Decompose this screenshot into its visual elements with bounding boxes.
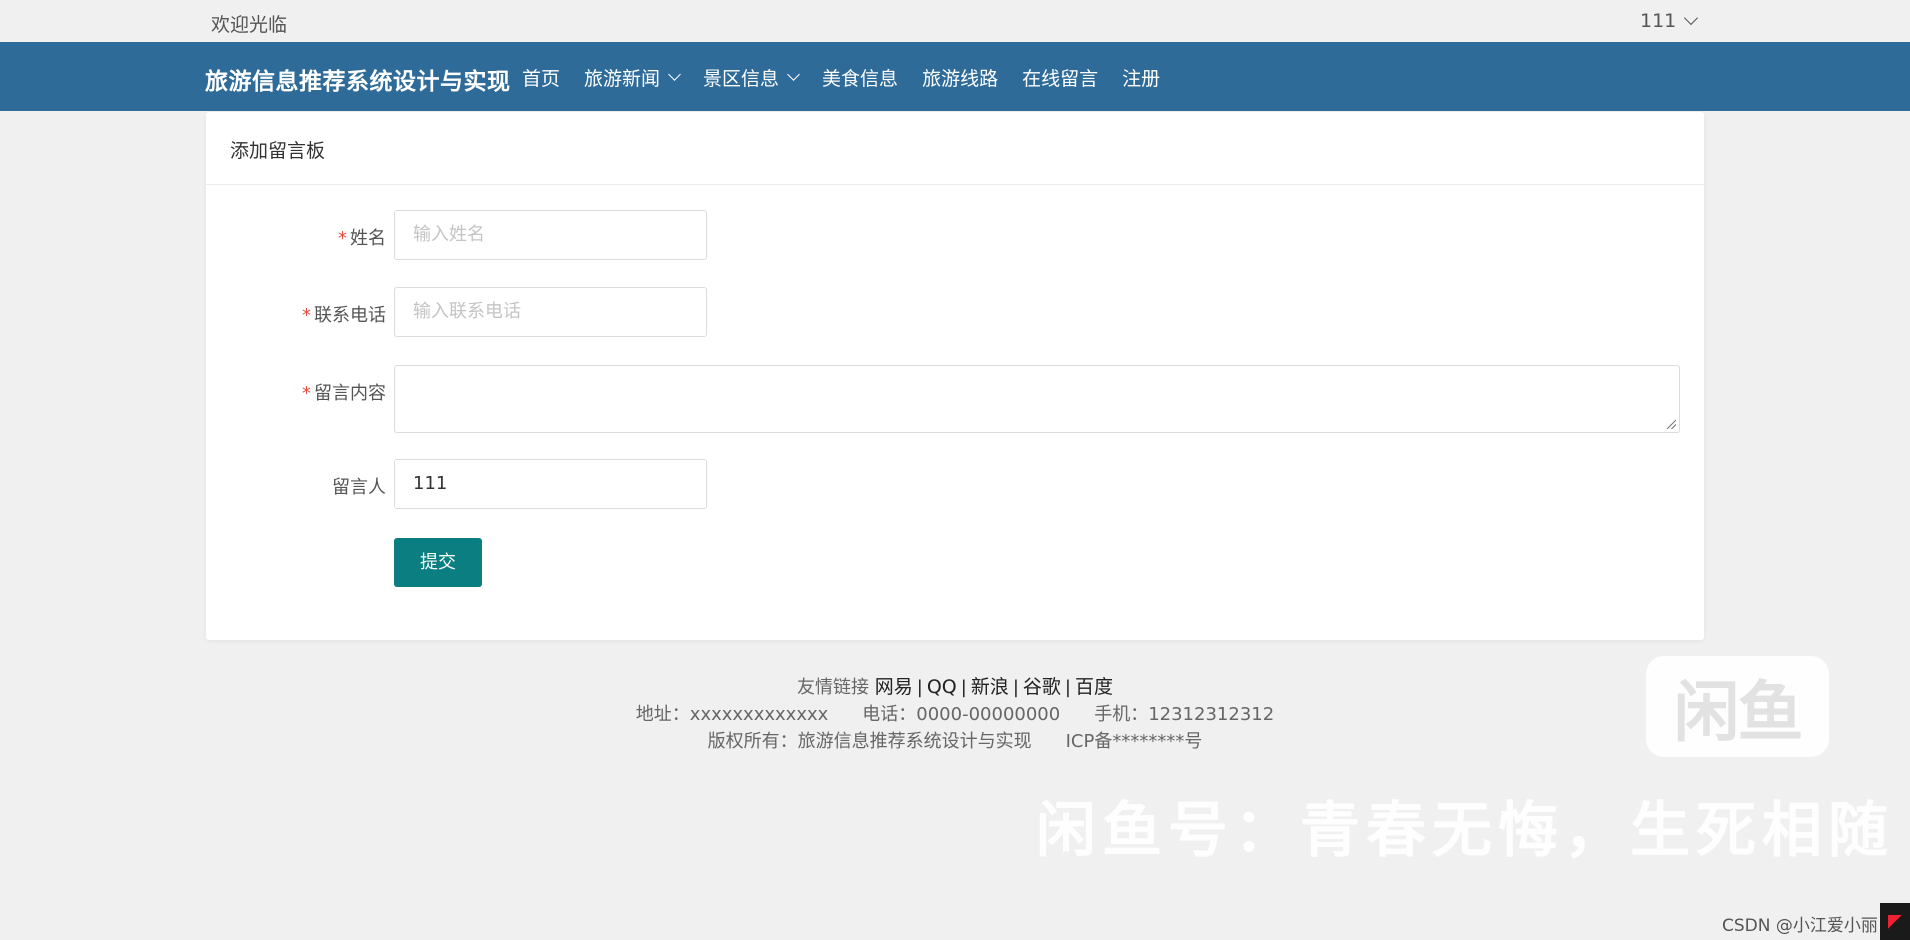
chevron-down-icon bbox=[1684, 10, 1699, 26]
corner-badge-icon bbox=[1880, 903, 1910, 940]
friend-links: 友情链接 网易 | QQ | 新浪 | 谷歌 | 百度 bbox=[0, 672, 1910, 699]
user-menu[interactable]: 111 bbox=[1640, 10, 1699, 32]
content-label-text: 留言内容 bbox=[314, 383, 386, 404]
name-input[interactable]: 输入姓名 bbox=[394, 210, 707, 260]
phone-label: * 联系电话 bbox=[302, 301, 386, 327]
contact-info: 地址：xxxxxxxxxxxxx 电话：0000-00000000 手机：12312… bbox=[0, 700, 1910, 726]
friend-links-label: 友情链接 bbox=[796, 677, 869, 698]
author-label: 留言人 bbox=[332, 477, 386, 498]
submit-button[interactable]: 提交 bbox=[394, 538, 482, 587]
nav-item-label: 注册 bbox=[1122, 68, 1161, 90]
footer-phone: 电话：0000-00000000 bbox=[862, 704, 1061, 725]
nav-item-label: 在线留言 bbox=[1022, 68, 1099, 90]
phone-input[interactable]: 输入联系电话 bbox=[394, 287, 707, 337]
link-separator: | bbox=[1064, 677, 1071, 698]
message-form-card: 添加留言板 * 姓名 输入姓名 * 联系电话 输入联系电话 * 留言内容 留言人 11… bbox=[206, 112, 1704, 640]
content-label: * 留言内容 bbox=[302, 379, 386, 405]
main-navbar: 旅游信息推荐系统设计与实现 首页 旅游新闻 景区信息 美食信息 旅游线路 在线留… bbox=[0, 42, 1910, 111]
resize-handle-icon[interactable] bbox=[1667, 420, 1676, 429]
nav-item-travel-news[interactable]: 旅游新闻 bbox=[584, 64, 681, 91]
xianyu-logo-watermark: 闲鱼 bbox=[1646, 656, 1829, 757]
name-label-text: 姓名 bbox=[350, 228, 386, 249]
form-title: 添加留言板 bbox=[206, 112, 1704, 185]
required-mark: * bbox=[302, 305, 311, 326]
footer-copyright: 版权所有：旅游信息推荐系统设计与实现 bbox=[707, 731, 1032, 752]
nav-item-food-info[interactable]: 美食信息 bbox=[822, 64, 898, 91]
nav-menu: 首页 旅游新闻 景区信息 美食信息 旅游线路 在线留言 注册 bbox=[522, 64, 1160, 91]
chevron-down-icon bbox=[787, 68, 800, 81]
watermark-logo-text: 闲鱼 bbox=[1673, 673, 1804, 751]
phone-label-text: 联系电话 bbox=[314, 305, 386, 326]
nav-item-label: 旅游线路 bbox=[922, 68, 999, 90]
csdn-watermark: CSDN @小江爱小丽 bbox=[1722, 916, 1878, 936]
link-google[interactable]: 谷歌 bbox=[1023, 676, 1061, 698]
link-separator: | bbox=[916, 677, 923, 698]
link-netease[interactable]: 网易 bbox=[875, 676, 913, 698]
link-sina[interactable]: 新浪 bbox=[971, 676, 1009, 698]
nav-item-label: 美食信息 bbox=[822, 68, 899, 90]
footer-icp: ICP备********号 bbox=[1065, 731, 1203, 752]
nav-item-label: 首页 bbox=[522, 68, 561, 90]
chevron-down-icon bbox=[668, 68, 681, 81]
watermark-text: 闲鱼号：青春无悔，生死相随 bbox=[1036, 796, 1894, 866]
name-label: * 姓名 bbox=[338, 224, 386, 250]
nav-item-label: 景区信息 bbox=[703, 68, 780, 90]
link-separator: | bbox=[1012, 677, 1019, 698]
top-bar: 欢迎光临 111 bbox=[0, 0, 1910, 42]
nav-item-online-message[interactable]: 在线留言 bbox=[1022, 64, 1098, 91]
footer-address: 地址：xxxxxxxxxxxxx bbox=[635, 704, 829, 725]
copyright-info: 版权所有：旅游信息推荐系统设计与实现 ICP备********号 bbox=[0, 727, 1910, 753]
nav-item-label: 旅游新闻 bbox=[584, 68, 661, 90]
link-qq[interactable]: QQ bbox=[927, 676, 957, 698]
required-mark: * bbox=[302, 383, 311, 404]
welcome-text: 欢迎光临 bbox=[211, 14, 288, 36]
nav-item-home[interactable]: 首页 bbox=[522, 64, 560, 91]
content-textarea[interactable] bbox=[394, 365, 1680, 433]
site-brand[interactable]: 旅游信息推荐系统设计与实现 bbox=[205, 62, 511, 96]
footer-mobile: 手机：12312312312 bbox=[1094, 704, 1275, 725]
required-mark: * bbox=[338, 228, 347, 249]
link-baidu[interactable]: 百度 bbox=[1075, 676, 1113, 698]
user-name: 111 bbox=[1640, 10, 1677, 32]
link-separator: | bbox=[960, 677, 967, 698]
nav-item-travel-routes[interactable]: 旅游线路 bbox=[922, 64, 998, 91]
nav-item-scenic-info[interactable]: 景区信息 bbox=[703, 64, 800, 91]
nav-item-register[interactable]: 注册 bbox=[1122, 64, 1160, 91]
author-input[interactable]: 111 bbox=[394, 459, 707, 509]
